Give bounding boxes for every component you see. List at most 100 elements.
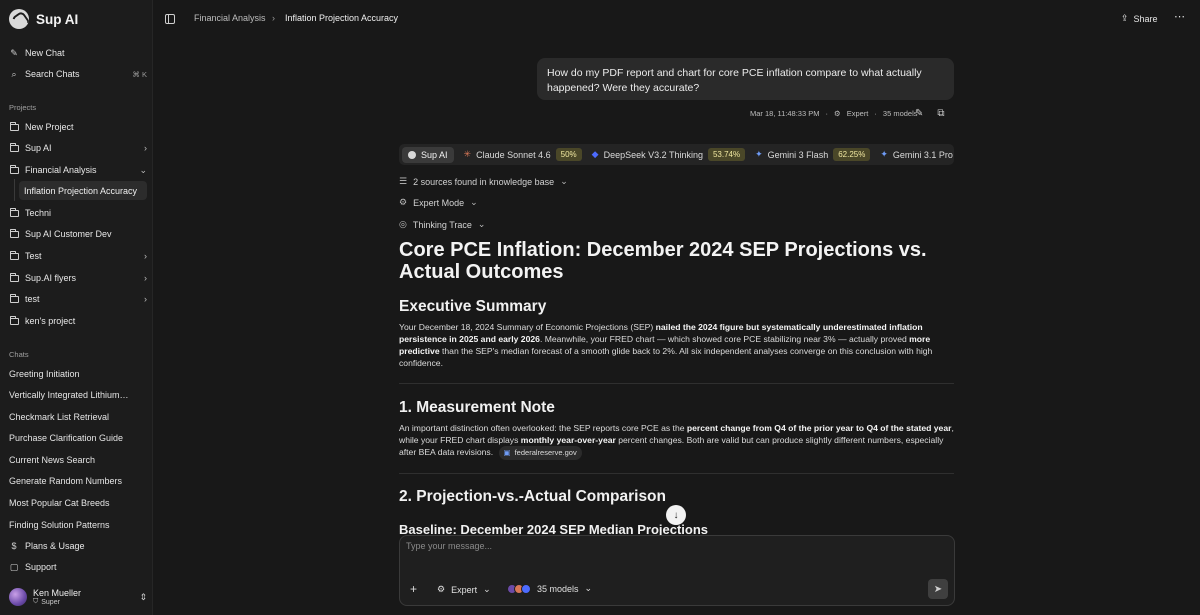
search-chats-button[interactable]: ⌕ Search Chats ⌘ K bbox=[9, 64, 147, 84]
measurement-paragraph: An important distinction often overlooke… bbox=[399, 422, 955, 460]
share-button[interactable]: ⇪ Share bbox=[1121, 13, 1158, 24]
deepseek-icon bbox=[521, 583, 531, 594]
folder-icon bbox=[9, 315, 19, 326]
mode-icon: ⚙ bbox=[833, 109, 841, 118]
share-label: Share bbox=[1133, 13, 1158, 24]
project-chat-item-active[interactable]: Inflation Projection Accuracy bbox=[19, 181, 147, 200]
chevron-right-icon[interactable]: › bbox=[144, 143, 147, 153]
sup-ai-logo bbox=[9, 9, 29, 29]
project-label: Sup.AI flyers bbox=[25, 273, 77, 283]
text-run: An important distinction often overlooke… bbox=[399, 423, 687, 433]
message-mode: Expert bbox=[846, 109, 869, 118]
bold-text: percent change from Q4 of the prior year… bbox=[686, 423, 952, 433]
sources-toggle[interactable]: ☰ 2 sources found in knowledge base ⌄ bbox=[399, 176, 568, 187]
chevron-down-icon: ⌄ bbox=[560, 176, 568, 186]
project-label: Techni bbox=[25, 208, 52, 218]
project-item[interactable]: Financial Analysis ⌄ bbox=[9, 160, 147, 180]
edit-message-icon[interactable]: ✎ bbox=[915, 108, 923, 119]
section-heading: 2. Projection-vs.-Actual Comparison bbox=[399, 488, 666, 505]
brand[interactable]: Sup AI bbox=[9, 9, 78, 29]
model-chip[interactable]: ✦ Gemini 3 Flash 62.25% bbox=[755, 148, 871, 161]
gear-icon: ⚙ bbox=[437, 584, 446, 594]
project-item[interactable]: ken's project bbox=[9, 311, 147, 331]
user-menu[interactable]: Ken Mueller ⛉ Super ⇕ bbox=[9, 586, 147, 608]
models-label: 35 models bbox=[537, 583, 579, 594]
breadcrumb-project[interactable]: Financial Analysis bbox=[194, 13, 266, 23]
scroll-down-button[interactable]: ↓ bbox=[666, 505, 686, 525]
folder-icon bbox=[9, 293, 19, 304]
project-item[interactable]: Sup.AI flyers › bbox=[9, 268, 147, 288]
message-models: 35 models bbox=[882, 109, 918, 118]
new-project-button[interactable]: New Project bbox=[9, 117, 147, 137]
new-chat-label: New Chat bbox=[25, 48, 65, 58]
chat-bubble-icon: ▢ bbox=[9, 561, 19, 572]
plans-usage-button[interactable]: $ Plans & Usage bbox=[9, 536, 147, 556]
mode-selector[interactable]: ⚙ Expert ⌄ bbox=[437, 584, 491, 595]
project-item[interactable]: Test › bbox=[9, 246, 147, 266]
chat-item[interactable]: Purchase Clarification Guide bbox=[9, 433, 145, 443]
brand-name: Sup AI bbox=[36, 11, 79, 27]
breadcrumb-separator-icon: › bbox=[272, 13, 275, 23]
models-selector[interactable]: 35 models ⌄ bbox=[507, 583, 592, 594]
source-chip[interactable]: ▣ federalreserve.gov bbox=[498, 446, 582, 460]
model-chip[interactable]: ◆ DeepSeek V3.2 Thinking 53.74% bbox=[592, 148, 746, 161]
separator-dot: · bbox=[825, 109, 828, 118]
model-chip[interactable]: ✳ Claude Sonnet 4.6 50% bbox=[464, 148, 582, 161]
summary-paragraph: Your December 18, 2024 Summary of Econom… bbox=[399, 321, 955, 369]
add-attachment-icon[interactable]: + bbox=[410, 582, 417, 596]
model-chip[interactable]: ✦ Gemini 3.1 Pro 77 bbox=[880, 148, 954, 161]
model-chip-sup-ai[interactable]: Sup AI bbox=[402, 146, 454, 163]
folder-icon bbox=[9, 142, 19, 153]
fed-logo-icon: ▣ bbox=[503, 448, 511, 457]
project-label: ken's project bbox=[25, 316, 76, 326]
chevron-right-icon[interactable]: › bbox=[144, 251, 147, 261]
model-selector-bar: Sup AI ✳ Claude Sonnet 4.6 50% ◆ DeepSee… bbox=[399, 144, 954, 165]
folder-icon bbox=[9, 228, 19, 239]
project-label: Sup AI Customer Dev bbox=[25, 229, 112, 239]
chat-item[interactable]: Most Popular Cat Breeds bbox=[9, 498, 145, 508]
chevron-updown-icon: ⇕ bbox=[139, 591, 147, 602]
chat-item[interactable]: Greeting Initiation bbox=[9, 369, 145, 379]
chevron-right-icon[interactable]: › bbox=[144, 294, 147, 304]
chat-item[interactable]: Current News Search bbox=[9, 455, 145, 465]
bold-text: monthly year-over-year bbox=[520, 435, 616, 445]
project-item[interactable]: test › bbox=[9, 289, 147, 309]
message-input[interactable] bbox=[406, 541, 906, 551]
sup-ai-icon bbox=[408, 150, 416, 159]
project-label: Financial Analysis bbox=[25, 165, 97, 175]
project-item[interactable]: Sup AI › bbox=[9, 138, 147, 158]
thinking-trace-toggle[interactable]: ◎ Thinking Trace ⌄ bbox=[399, 219, 485, 230]
project-item[interactable]: Techni bbox=[9, 203, 147, 223]
search-chats-label: Search Chats bbox=[25, 69, 80, 79]
sidebar-toggle-icon[interactable] bbox=[165, 14, 175, 24]
model-name: Gemini 3.1 Pro bbox=[892, 149, 953, 160]
gemini-icon: ✦ bbox=[755, 149, 763, 159]
divider bbox=[399, 383, 954, 384]
chevron-right-icon[interactable]: › bbox=[144, 273, 147, 283]
model-name: DeepSeek V3.2 Thinking bbox=[603, 149, 703, 160]
avatar bbox=[9, 588, 27, 606]
edit-icon: ✎ bbox=[10, 47, 18, 58]
conversation-panel: How do my PDF report and chart for core … bbox=[153, 38, 1200, 615]
support-label: Support bbox=[25, 562, 57, 572]
chat-item[interactable]: Finding Solution Patterns bbox=[9, 520, 145, 530]
chat-item[interactable]: Generate Random Numbers bbox=[9, 476, 145, 486]
support-button[interactable]: ▢ Support bbox=[9, 557, 147, 577]
expert-mode-label: Expert Mode bbox=[413, 197, 465, 208]
tree-line bbox=[14, 179, 15, 201]
text-run: than the SEP's median forecast of a smoo… bbox=[399, 346, 933, 368]
gemini-icon: ✦ bbox=[880, 149, 888, 159]
chat-item[interactable]: Checkmark List Retrieval bbox=[9, 412, 145, 422]
chat-item[interactable]: Vertically Integrated Lithium… bbox=[9, 390, 145, 400]
new-chat-button[interactable]: ✎ New Chat bbox=[9, 43, 147, 63]
copy-icon[interactable]: ⧉ bbox=[937, 108, 944, 119]
expert-mode-toggle[interactable]: ⚙ Expert Mode ⌄ bbox=[399, 197, 478, 208]
model-score-badge: 53.74% bbox=[707, 148, 746, 161]
project-item[interactable]: Sup AI Customer Dev bbox=[9, 224, 147, 244]
divider bbox=[399, 473, 954, 474]
more-options-icon[interactable]: ⋯ bbox=[1174, 10, 1185, 23]
send-button[interactable]: ➤ bbox=[928, 579, 948, 599]
database-icon: ☰ bbox=[399, 176, 408, 186]
chevron-down-icon[interactable]: ⌄ bbox=[139, 165, 147, 176]
project-label: test bbox=[25, 294, 40, 304]
